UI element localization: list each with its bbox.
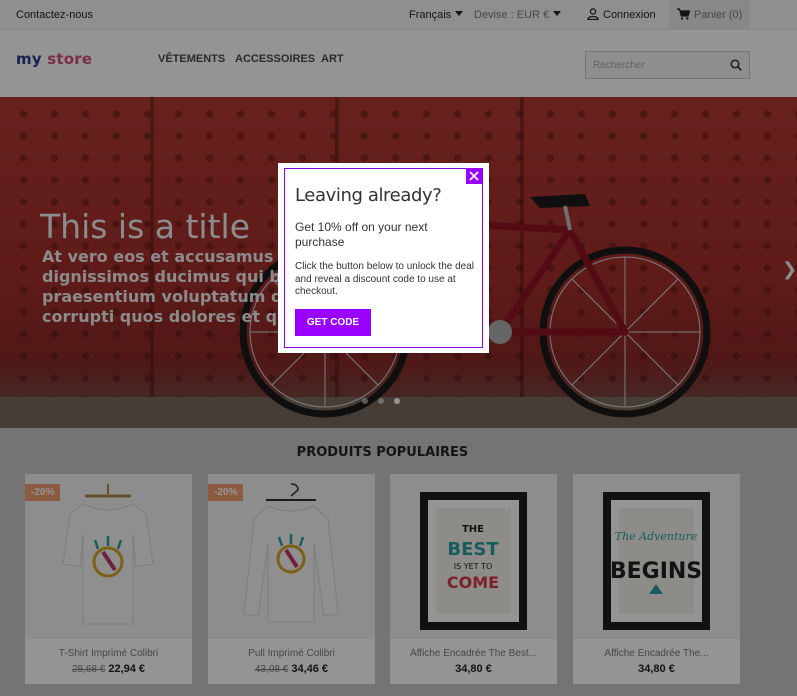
exit-intent-popup: Leaving already? Get 10% off on your nex… xyxy=(278,163,489,353)
popup-title: Leaving already? xyxy=(295,185,442,206)
close-icon xyxy=(469,171,479,181)
popup-description: Click the button below to unlock the dea… xyxy=(295,261,474,297)
close-button[interactable] xyxy=(466,168,482,184)
popup-offer: Get 10% off on your next purchase xyxy=(295,220,428,249)
get-code-button[interactable]: GET CODE xyxy=(295,309,371,336)
